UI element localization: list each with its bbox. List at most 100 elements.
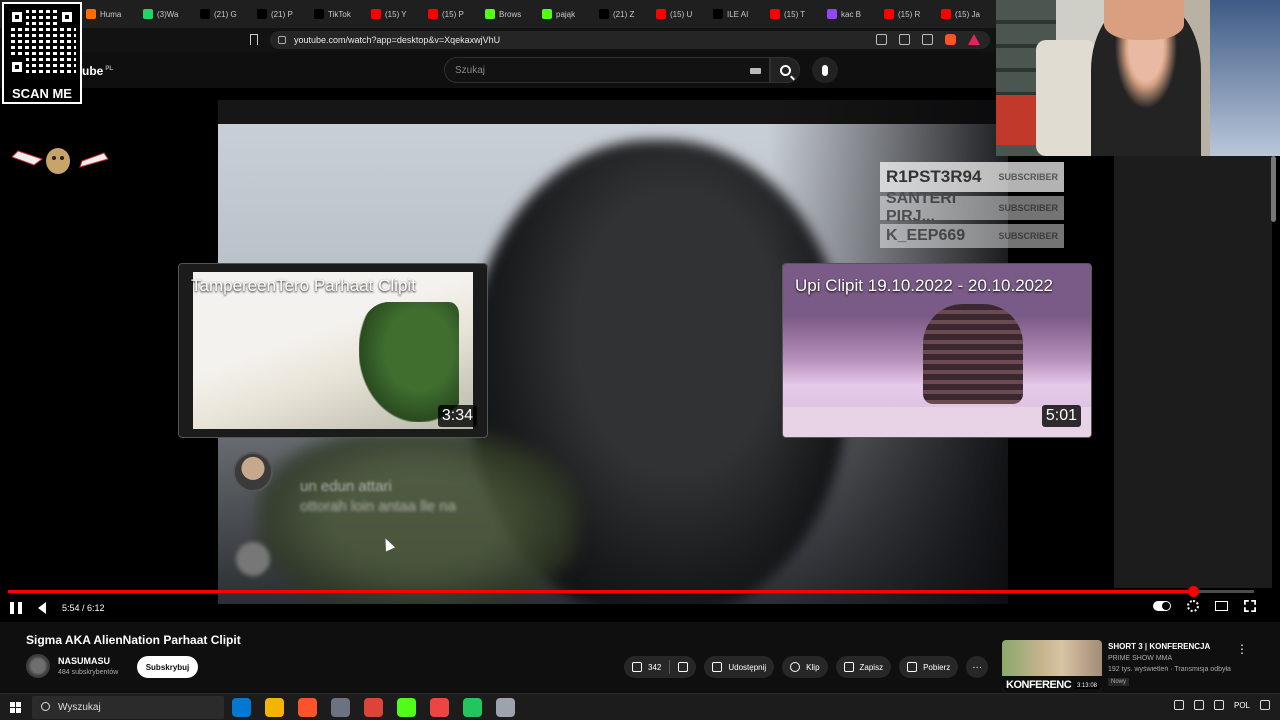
tab-label: ILE AI [727, 9, 749, 19]
tab-label: (21) G [214, 9, 237, 19]
search-icon [779, 64, 791, 76]
chat-text-line: ottorah loin antaa lle na [300, 498, 456, 515]
youtube-logo[interactable]: ube PL [82, 64, 113, 78]
taskbar-app-icon[interactable] [463, 698, 482, 717]
share-icon[interactable] [922, 34, 933, 45]
like-icon[interactable] [632, 662, 642, 672]
suggested-video-thumbnail[interactable]: KONFERENC 3:13:08 [1002, 640, 1102, 692]
end-card-title: TampereenTero Parhaat Clipit [191, 276, 416, 295]
taskbar-app-icon[interactable] [397, 698, 416, 717]
tab-favicon-icon [86, 9, 96, 19]
channel-name[interactable]: NASUMASU [58, 656, 110, 666]
site-info-icon[interactable] [278, 36, 286, 44]
webcam-red-object [996, 95, 1036, 145]
screen: Huma (3)Wa (21) G (21) P TikTok (15) Y (15) P B… [0, 0, 1280, 720]
theater-mode-icon[interactable] [1215, 601, 1228, 611]
end-card-video[interactable]: Upi Clipit 19.10.2022 - 20.10.2022 5:01 [782, 263, 1092, 438]
browser-tab[interactable]: Brows [479, 3, 534, 25]
search-icon [41, 702, 50, 711]
browser-tab[interactable]: (15) T [764, 3, 819, 25]
dislike-icon[interactable] [678, 662, 689, 672]
brave-shields-icon[interactable] [945, 34, 956, 45]
pause-button[interactable] [10, 602, 22, 614]
time-display: 5:54 / 6:12 [62, 603, 105, 613]
address-bar-row: youtube.com/watch?app=desktop&v=Xqekaxwj… [0, 28, 1000, 52]
start-button[interactable] [10, 702, 21, 713]
more-actions-button[interactable]: ··· [966, 656, 989, 678]
progress-bar[interactable] [8, 586, 1254, 597]
browser-tab[interactable]: (21) P [251, 3, 306, 25]
end-card-video[interactable]: TampereenTero Parhaat Clipit 3:34 [178, 263, 488, 438]
language-indicator[interactable]: POL [1234, 701, 1250, 710]
download-button[interactable]: Pobierz [899, 656, 959, 678]
download-icon [907, 662, 918, 672]
tab-label: (15) R [898, 9, 921, 19]
tab-label: TikTok [328, 9, 351, 19]
tab-label: (15) T [784, 9, 806, 19]
subscriber-row: SANTERI PIRJ... SUBSCRIBER [880, 190, 1064, 225]
tab-favicon-icon [656, 9, 666, 19]
scissors-icon [790, 662, 801, 672]
taskbar-app-icon[interactable] [232, 698, 251, 717]
channel-avatar[interactable] [26, 654, 50, 678]
subscriber-name: K_EEP669 [886, 227, 966, 244]
download-label: Pobierz [923, 662, 951, 672]
taskbar-app-icon[interactable] [265, 698, 284, 717]
right-sidebar-panel [1114, 156, 1272, 588]
browser-tab[interactable]: (15) P [422, 3, 477, 25]
clip-button[interactable]: Klip [782, 656, 828, 678]
volume-icon[interactable] [38, 602, 46, 614]
brave-rewards-icon[interactable] [968, 34, 980, 45]
suggested-channel[interactable]: PRIME SHOW MMA [1108, 655, 1172, 662]
tab-label: (15) Y [385, 9, 407, 19]
zoom-icon[interactable] [876, 34, 887, 45]
browser-tab[interactable]: pająk [536, 3, 591, 25]
taskbar-app-icon[interactable] [430, 698, 449, 717]
browser-tab[interactable]: (15) Y [365, 3, 420, 25]
page-scrollbar[interactable] [1271, 156, 1276, 222]
browser-tab[interactable]: (21) Z [593, 3, 648, 25]
search-button[interactable] [770, 57, 800, 83]
taskbar-app-icon[interactable] [364, 698, 383, 717]
tab-favicon-icon [428, 9, 438, 19]
speaker-icon[interactable] [1213, 700, 1224, 710]
suggested-video-title[interactable]: SHORT 3 | KONFERENCJA [1108, 642, 1210, 651]
browser-tab[interactable]: ILE AI [707, 3, 762, 25]
microphone-icon[interactable] [1193, 700, 1204, 710]
subscriber-row: R1PST3R94 SUBSCRIBER [880, 162, 1064, 192]
subscriber-tag: SUBSCRIBER [998, 203, 1058, 213]
video-actions: 342 Udostępnij Klip Zapisz Pobierz ··· [624, 656, 989, 678]
like-count[interactable]: 342 [648, 663, 661, 672]
taskbar-search[interactable]: Wyszukaj [32, 696, 224, 719]
browser-tab[interactable]: Huma [80, 3, 135, 25]
browser-tab[interactable]: (15) U [650, 3, 705, 25]
browser-tab[interactable]: kac B [821, 3, 876, 25]
browser-tab[interactable]: (21) G [194, 3, 249, 25]
browser-tab[interactable]: (3)Wa [137, 3, 192, 25]
bookmark-icon[interactable] [250, 34, 258, 45]
cast-icon[interactable] [899, 34, 910, 45]
taskbar-app-icon[interactable] [496, 698, 515, 717]
browser-tab[interactable]: (15) R [878, 3, 933, 25]
scrubber-handle[interactable] [1187, 586, 1199, 597]
share-button[interactable]: Udostępnij [704, 656, 775, 678]
save-button[interactable]: Zapisz [835, 656, 892, 678]
logo-text: ube [82, 64, 104, 78]
taskbar-apps [232, 698, 515, 717]
taskbar-app-icon[interactable] [298, 698, 317, 717]
suggested-more-icon[interactable]: ⋮ [1236, 642, 1248, 656]
keyboard-icon[interactable] [750, 68, 761, 74]
settings-gear-icon[interactable] [1187, 600, 1199, 612]
autoplay-toggle[interactable] [1153, 601, 1171, 611]
notifications-icon[interactable] [1260, 700, 1270, 710]
tab-favicon-icon [371, 9, 381, 19]
voice-search-button[interactable] [812, 57, 838, 83]
browser-tab[interactable]: TikTok [308, 3, 363, 25]
subscribe-button[interactable]: Subskrybuj [137, 656, 198, 678]
tray-chevron-icon[interactable] [1173, 700, 1184, 710]
browser-tab[interactable]: (15) Ja [935, 3, 990, 25]
search-input[interactable]: Szukaj [444, 57, 770, 83]
fullscreen-icon[interactable] [1244, 600, 1256, 612]
taskbar-app-icon[interactable] [331, 698, 350, 717]
tab-favicon-icon [542, 9, 552, 19]
